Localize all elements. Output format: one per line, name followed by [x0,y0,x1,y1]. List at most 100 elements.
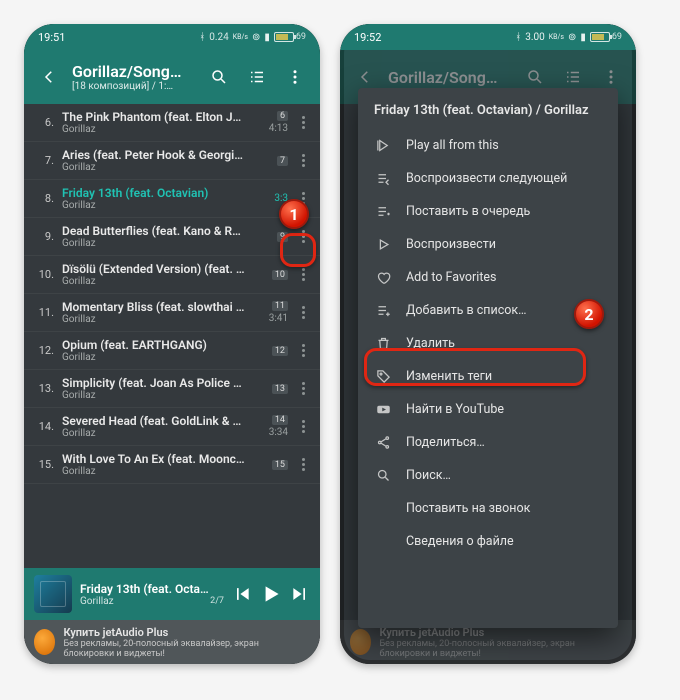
track-more-button[interactable] [296,268,310,281]
track-badge: 14 [272,415,288,425]
context-menu-item[interactable]: Воспроизвести следующей [358,162,618,195]
context-menu-item[interactable]: Найти в YouTube [358,393,618,426]
ad-body: Без рекламы, 20-полосный эквалайзер, экр… [379,639,626,659]
context-menu-label: Изменить теги [406,369,492,384]
context-menu-label: Найти в YouTube [406,402,504,417]
track-more-button[interactable] [296,230,310,243]
next-icon[interactable] [290,584,310,604]
track-more-button[interactable] [296,382,310,395]
track-more-button[interactable] [296,344,310,357]
play-icon[interactable] [258,581,284,607]
context-menu-item[interactable]: Изменить теги [358,360,618,393]
battery-icon: 69 [590,32,622,42]
track-row[interactable]: 12.Opium (feat. EARTHGANG)Gorillaz12 [24,332,320,370]
track-artist: Gorillaz [62,162,246,173]
track-row[interactable]: 15. With Love To An Ex (feat. Moonch…Gori… [24,446,320,484]
track-title: Severed Head (feat. GoldLink & U… [62,414,246,428]
wifi-icon: ⊚ [252,32,260,43]
track-row[interactable]: 10.Dïsölü (Extended Version) (feat. …Gor… [24,256,320,294]
track-row[interactable]: 7.Aries (feat. Peter Hook & Georgi…Goril… [24,142,320,180]
search-button[interactable] [204,62,234,92]
phone-right: 19:52 ᚼ 3.00 KB/s ⊚ ▮ 69 Gorillaz/Song… [340,24,636,664]
track-index: 13. [34,382,54,395]
context-menu-item[interactable]: Поделиться… [358,426,618,459]
callout-1: 1 [279,199,309,229]
context-menu-item[interactable]: Воспроизвести [358,228,618,261]
track-more-button[interactable] [296,116,310,129]
view-button[interactable] [242,62,272,92]
track-row[interactable]: 9.Dead Butterflies (feat. Kano & Rox…Gor… [24,218,320,256]
track-badge: 15 [272,460,288,470]
signal-icon: ▮ [264,32,270,43]
track-badge: 12 [272,346,288,356]
statusbar: 19:51 ᚼ 0.24 KB/s ⊚ ▮ 69 [24,24,320,50]
play-all-icon [374,138,392,153]
context-menu-label: Воспроизвести [406,237,496,252]
track-title: Aries (feat. Peter Hook & Georgi… [62,148,246,162]
clock: 19:52 [354,31,381,44]
context-menu: Friday 13th (feat. Octavian) / Gorillaz … [358,88,618,628]
track-row[interactable]: 11.Momentary Bliss (feat. slowthai &…Gor… [24,294,320,332]
track-more-button[interactable] [296,306,310,319]
track-row[interactable]: 8.Friday 13th (feat. Octavian)Gorillaz3:… [24,180,320,218]
bt-icon: ᚼ [199,32,205,43]
track-index: 6. [34,116,54,129]
track-artist: Gorillaz [62,124,246,135]
track-index: 10. [34,268,54,281]
track-more-button[interactable] [296,154,310,167]
ad-body: Без рекламы, 20-полосный эквалайзер, экр… [63,639,310,659]
track-row[interactable]: 13.Simplicity (feat. Joan As Police W…Go… [24,370,320,408]
context-menu-item[interactable]: Play all from this [358,129,618,162]
album-art-icon [34,575,72,613]
track-artist: Gorillaz [62,200,246,211]
context-menu-label: Поделиться… [406,435,485,450]
page-title: Gorillaz/Song… [388,68,512,87]
track-badge: 13 [272,384,288,394]
playlist-add-icon [374,303,392,318]
callout-2: 2 [574,299,604,329]
track-title: With Love To An Ex (feat. Moonch… [62,452,246,466]
ad-banner[interactable]: Купить jetAudio Plus Без рекламы, 20-пол… [24,620,320,664]
statusbar: 19:52 ᚼ 3.00 KB/s ⊚ ▮ 69 [340,24,636,50]
signal-icon: ▮ [580,32,586,43]
context-menu-item[interactable]: Поставить в очередь [358,195,618,228]
tag-icon [374,369,392,384]
context-menu-label: Поставить в очередь [406,204,530,219]
appbar: Gorillaz/Song… [18 композиций] / 1:… [24,50,320,104]
back-button[interactable] [34,62,64,92]
track-row[interactable]: 6.The Pink Phantom (feat. Elton Joh…Gori… [24,104,320,142]
ad-headline: Купить jetAudio Plus [63,626,310,639]
np-position: 2/7 [210,596,224,606]
heart-icon [374,270,392,285]
track-list[interactable]: 6.The Pink Phantom (feat. Elton Joh…Gori… [24,104,320,568]
track-duration: 3:34 [269,427,288,438]
track-duration: 3:41 [269,313,288,324]
phone-left: 19:51 ᚼ 0.24 KB/s ⊚ ▮ 69 Gorillaz/Song… … [24,24,320,664]
context-menu-item[interactable]: Сведения о файле [358,525,618,558]
context-menu-item[interactable]: Поиск… [358,459,618,492]
context-menu-item[interactable]: Add to Favorites [358,261,618,294]
context-menu-item[interactable]: Удалить [358,327,618,360]
track-row[interactable]: 14.Severed Head (feat. GoldLink & U…Gori… [24,408,320,446]
track-more-button[interactable] [296,458,310,471]
context-menu-label: Add to Favorites [406,270,497,285]
overflow-button[interactable] [280,62,310,92]
prev-icon[interactable] [232,584,252,604]
context-menu-label: Поставить на звонок [406,501,530,516]
now-playing-bar[interactable]: Friday 13th (feat. Octa… Gorillaz 2/7 [24,568,320,620]
track-index: 8. [34,192,54,205]
track-badge: 10 [272,270,288,280]
net-speed: 0.24 [209,32,229,43]
net-unit: KB/s [549,33,564,41]
track-index: 12. [34,344,54,357]
track-title: Simplicity (feat. Joan As Police W… [62,376,246,390]
track-more-button[interactable] [296,420,310,433]
track-artist: Gorillaz [62,466,246,477]
context-menu-label: Сведения о файле [406,534,514,549]
context-menu-item[interactable]: Поставить на звонок [358,492,618,525]
context-menu-label: Воспроизвести следующей [406,171,567,186]
play-icon [374,237,392,252]
ad-app-icon [350,629,371,655]
track-index: 15. [34,458,54,471]
track-artist: Gorillaz [62,428,246,439]
